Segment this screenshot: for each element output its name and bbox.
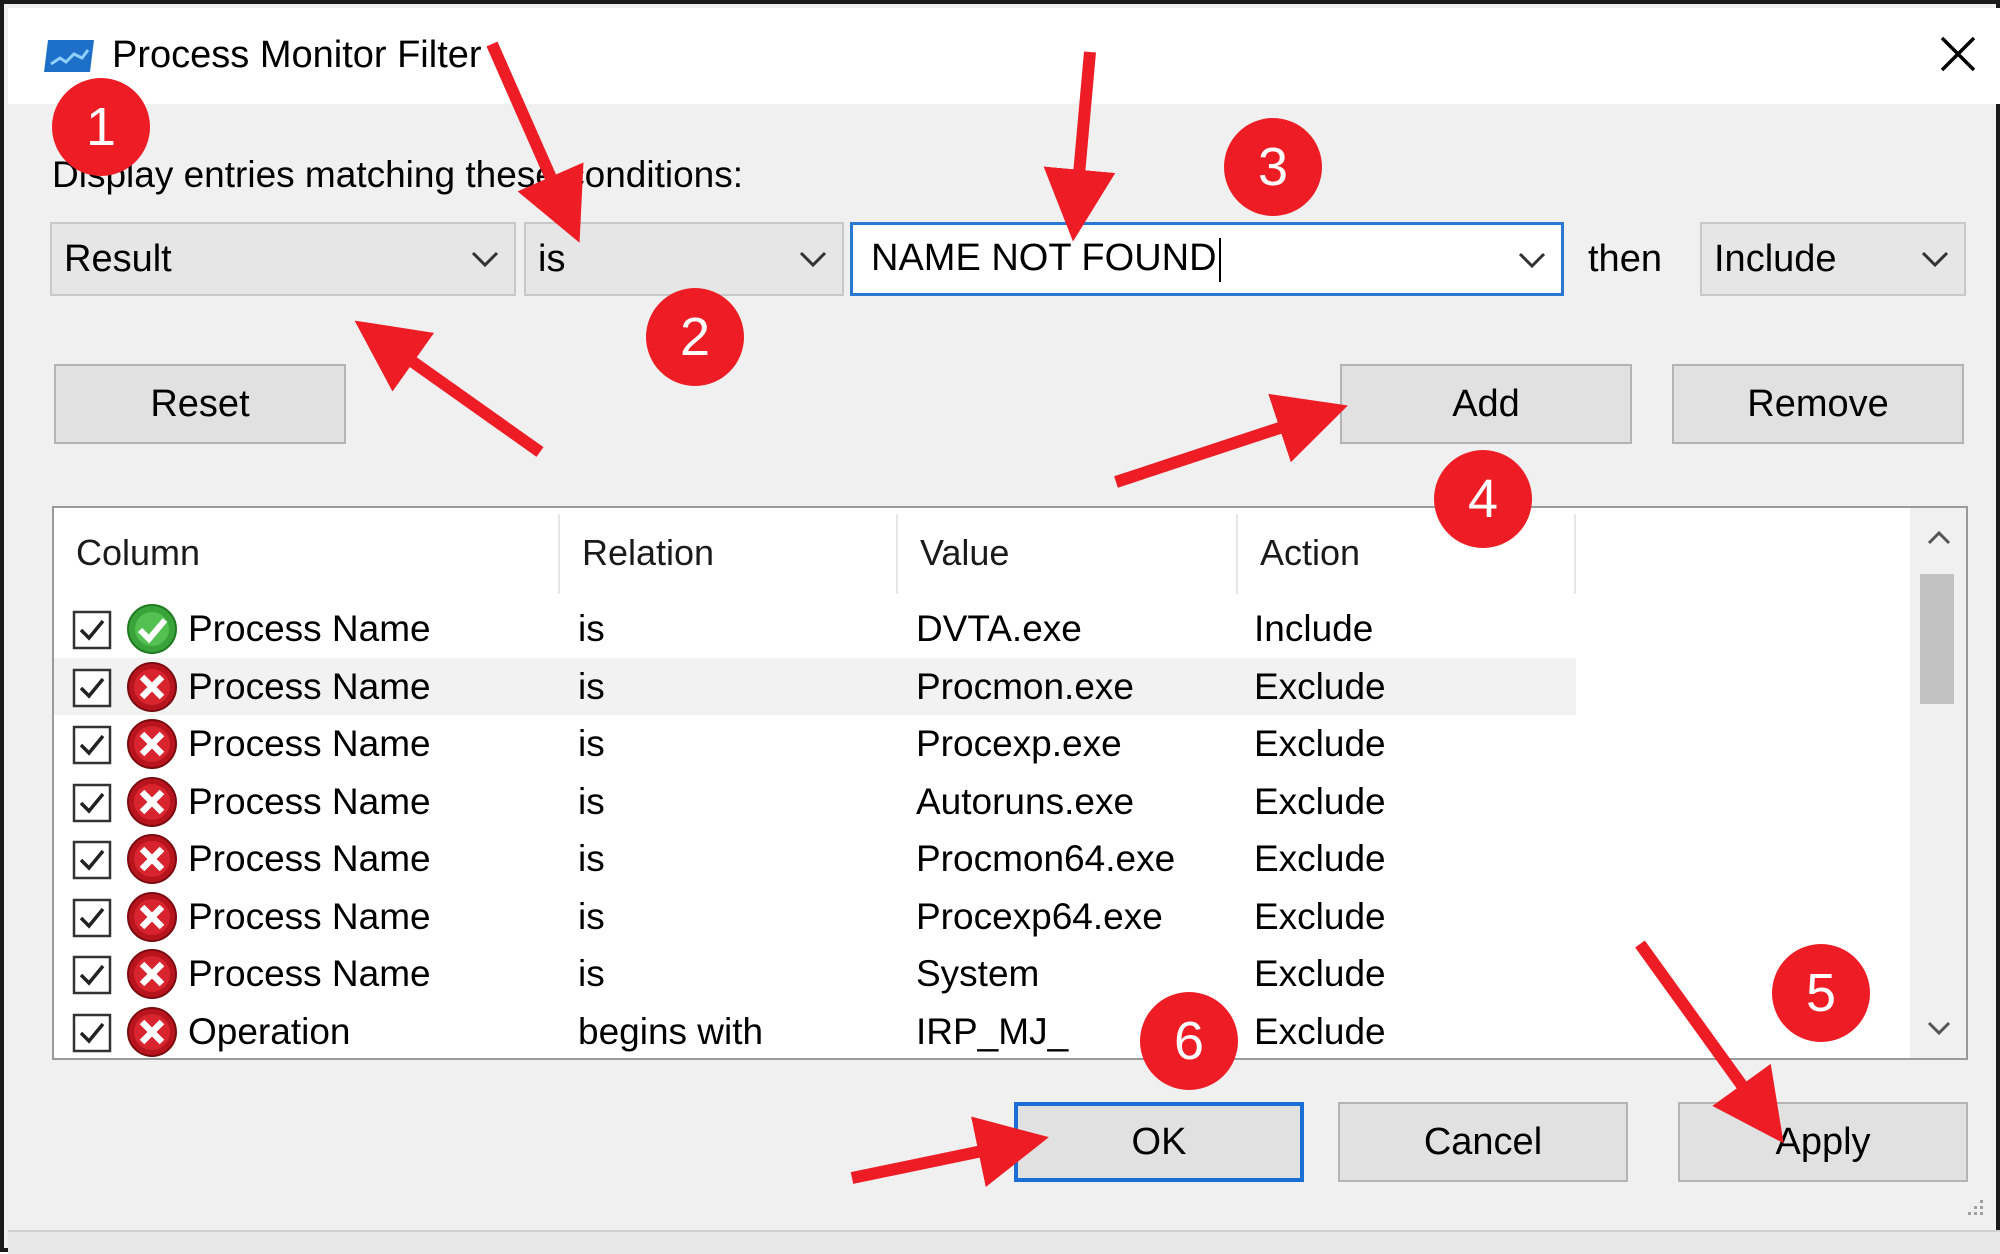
chevron-down-icon [1518,252,1546,269]
cell-value: Procmon.exe [916,665,1134,707]
cell-column: Process Name [188,723,431,764]
title-bar: Process Monitor Filter [8,8,2000,104]
scrollbar-thumb[interactable] [1920,574,1954,704]
value-input-text: NAME NOT FOUND [871,237,1217,279]
text-caret [1218,237,1221,282]
ok-button[interactable]: OK [1014,1102,1304,1182]
scroll-down-arrow-icon[interactable] [1926,1020,1952,1038]
cell-column: Process Name [188,838,431,879]
cell-column: Process Name [188,895,431,937]
exclude-x-icon [126,833,178,885]
chevron-down-icon [1921,251,1949,268]
row-checkbox[interactable] [72,783,112,823]
apply-button[interactable]: Apply [1678,1102,1968,1182]
cancel-button[interactable]: Cancel [1338,1102,1628,1182]
cell-value: Autoruns.exe [916,780,1135,822]
cell-column: Process Name [188,608,431,649]
cell-value: IRP_MJ_ [916,1010,1069,1052]
exclude-x-icon [126,948,178,1000]
cell-relation: is [578,608,605,649]
cell-value: DVTA.exe [916,608,1082,649]
cell-action: Include [1254,608,1374,649]
row-checkbox[interactable] [72,725,112,765]
table-row[interactable]: Process Name is Procexp64.exe Exclude [54,888,1576,945]
then-label: then [1588,238,1662,280]
relation-select-value: is [538,238,566,280]
column-header-relation[interactable]: Relation [560,508,898,594]
cell-action: Exclude [1254,780,1386,822]
annotation-badge-1: 1 [52,78,150,176]
chevron-down-icon [471,251,499,268]
add-button[interactable]: Add [1340,364,1632,444]
filter-list[interactable]: Column Relation Value Action Process Nam… [52,506,1968,1060]
cell-value: Procexp64.exe [916,895,1163,937]
header-divider [1574,514,1576,594]
include-check-icon [126,603,178,655]
cell-value: System [916,953,1040,994]
exclude-x-icon [126,718,178,770]
cell-action: Exclude [1254,1010,1386,1052]
table-row[interactable]: Process Name is DVTA.exe Include [54,600,1576,657]
row-checkbox[interactable] [72,840,112,880]
cell-relation: is [578,838,605,879]
remove-button[interactable]: Remove [1672,364,1964,444]
cell-column: Operation [188,1010,351,1052]
exclude-x-icon [126,776,178,828]
cell-relation: is [578,665,605,707]
cell-action: Exclude [1254,838,1386,879]
table-row[interactable]: Process Name is System Exclude [54,945,1576,1002]
dialog-bottom-edge [8,1230,2000,1254]
cell-action: Exclude [1254,665,1386,707]
table-row[interactable]: Operation begins with IRP_MJ_ Exclude [54,1003,1576,1059]
annotation-badge-6: 6 [1140,992,1238,1090]
window-title: Process Monitor Filter [112,34,482,76]
annotation-badge-3: 3 [1224,118,1322,216]
table-row[interactable]: Process Name is Procexp.exe Exclude [54,715,1576,772]
column-select-value: Result [64,238,172,280]
column-select[interactable]: Result [50,222,516,296]
table-row[interactable]: Process Name is Procmon.exe Exclude [54,657,1576,715]
column-header-column[interactable]: Column [54,508,560,594]
row-checkbox[interactable] [72,898,112,938]
cell-column: Process Name [188,953,431,994]
cell-relation: begins with [578,1010,764,1052]
chevron-down-icon [799,251,827,268]
conditions-label: Display entries matching these condition… [52,154,744,195]
cell-value: Procexp.exe [916,723,1122,764]
vertical-scrollbar[interactable] [1910,508,1966,1058]
row-checkbox[interactable] [72,668,112,708]
relation-select[interactable]: is [524,222,844,296]
exclude-x-icon [126,891,178,943]
close-icon[interactable] [1930,26,1986,82]
cell-relation: is [578,953,605,994]
resize-grip-icon[interactable] [1962,1194,1986,1218]
row-checkbox[interactable] [72,1013,112,1053]
annotation-badge-5: 5 [1772,944,1870,1042]
cell-relation: is [578,780,605,822]
annotation-badge-2: 2 [646,288,744,386]
scroll-up-arrow-icon[interactable] [1926,528,1952,546]
row-checkbox[interactable] [72,955,112,995]
table-row[interactable]: Process Name is Procmon64.exe Exclude [54,830,1576,887]
exclude-x-icon [126,661,178,713]
row-checkbox[interactable] [72,610,112,650]
column-header-value[interactable]: Value [898,508,1236,594]
cell-action: Exclude [1254,953,1386,994]
cell-column: Process Name [188,665,431,707]
reset-button[interactable]: Reset [54,364,346,444]
process-monitor-app-icon [44,40,94,72]
exclude-x-icon [126,1006,178,1058]
cell-relation: is [578,723,605,764]
annotation-badge-4: 4 [1434,450,1532,548]
cell-action: Exclude [1254,723,1386,764]
table-row[interactable]: Process Name is Autoruns.exe Exclude [54,773,1576,830]
dialog-window: Process Monitor Filter Display entries m… [0,0,2000,1254]
cell-value: Procmon64.exe [916,838,1176,879]
cell-action: Exclude [1254,895,1386,937]
action-select-value: Include [1714,238,1837,280]
action-select[interactable]: Include [1700,222,1966,296]
value-combobox[interactable]: NAME NOT FOUND [850,222,1564,296]
cell-column: Process Name [188,780,431,822]
cell-relation: is [578,895,605,937]
